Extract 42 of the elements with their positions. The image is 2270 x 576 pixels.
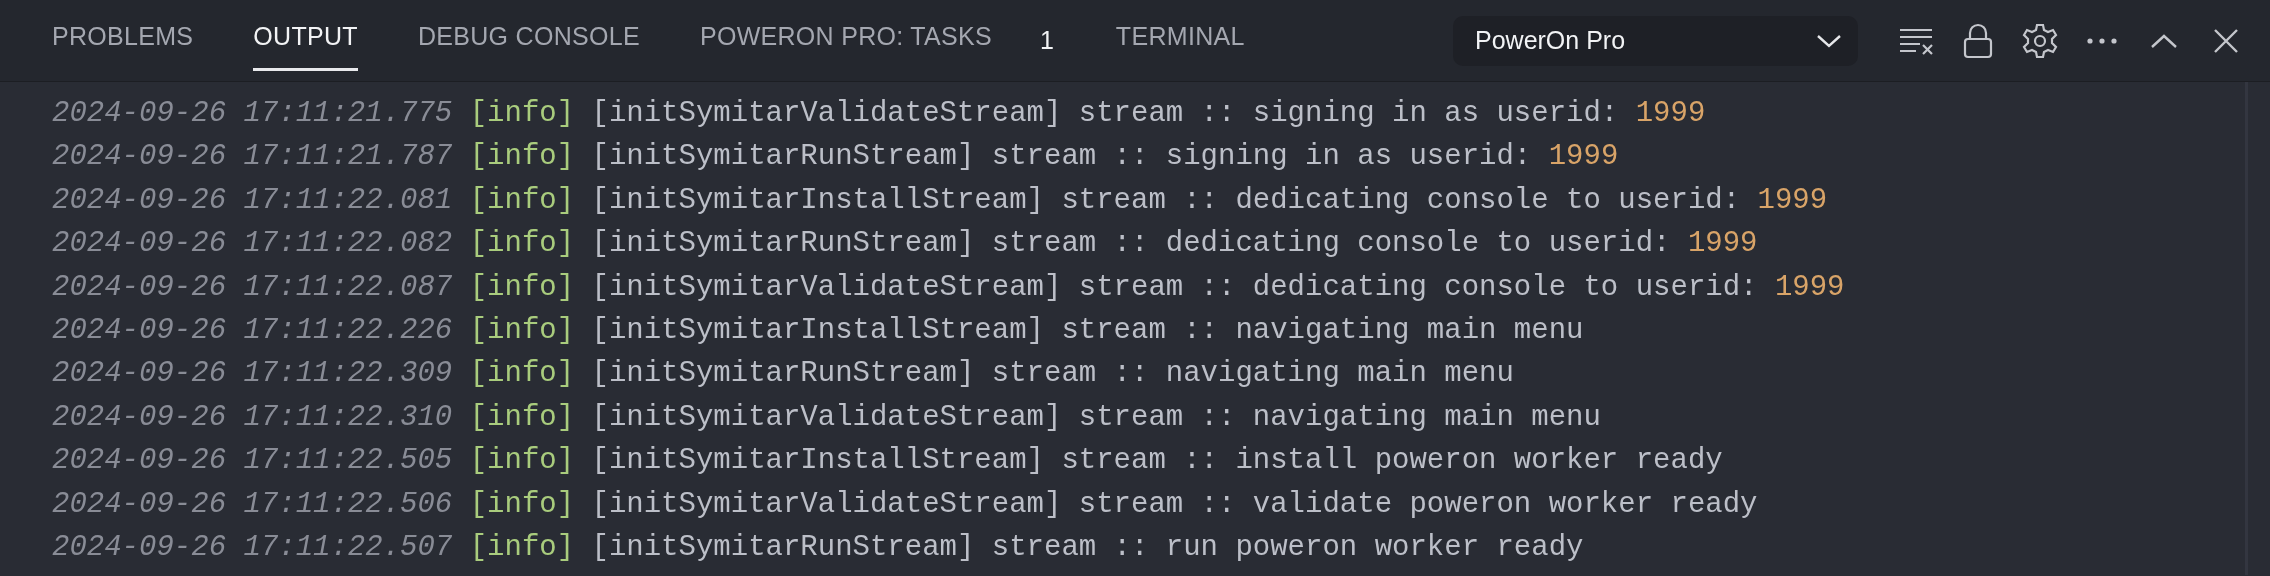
log-timestamp: 2024-09-26 17:11:22.309 [52, 357, 453, 391]
dropdown-value: PowerOn Pro [1475, 24, 1626, 56]
log-timestamp: 2024-09-26 17:11:22.505 [52, 444, 453, 478]
log-level: [info] [469, 183, 575, 217]
log-timestamp: 2024-09-26 17:11:22.506 [52, 487, 453, 521]
log-level: [info] [469, 400, 575, 434]
log-timestamp: 2024-09-26 17:11:22.082 [52, 227, 453, 261]
log-message: [initSymitarInstallStream] stream :: navigating main menu [591, 314, 1584, 348]
log-level: [info] [469, 140, 575, 174]
log-timestamp: 2024-09-26 17:11:21.787 [52, 140, 453, 174]
log-timestamp: 2024-09-26 17:11:22.087 [52, 270, 453, 304]
log-message: [initSymitarValidateStream] stream :: navigating main menu [591, 400, 1601, 434]
log-level: [info] [469, 444, 575, 478]
log-message: [initSymitarInstallStream] stream :: install poweron worker ready [591, 444, 1723, 478]
log-level: [info] [469, 270, 575, 304]
log-level: [info] [469, 487, 575, 521]
panel-tab[interactable]: OUTPUT [253, 10, 358, 71]
log-message: [initSymitarValidateStream] stream :: dedicating console to userid: 1999 [591, 270, 1845, 304]
log-level: [info] [469, 531, 575, 565]
log-timestamp: 2024-09-26 17:11:22.081 [52, 183, 453, 217]
panel-tab[interactable]: DEBUG CONSOLE [417, 10, 640, 71]
log-timestamp: 2024-09-26 17:11:22.226 [52, 314, 453, 348]
log-level: [info] [469, 227, 575, 261]
log-level: [info] [469, 357, 575, 391]
log-level: [info] [469, 97, 575, 130]
log-timestamp: 2024-09-26 17:11:22.310 [52, 400, 453, 434]
log-message: [initSymitarRunStream] stream :: signing in as userid: 1999 [591, 140, 1619, 174]
chevron-icon [1816, 32, 1842, 49]
log-message: [initSymitarValidateStream] stream :: validate poweron worker ready [591, 487, 1758, 521]
log-message: [initSymitarRunStream] stream :: dedicating console to userid: 1999 [591, 227, 1758, 261]
task-count: 1 [1039, 24, 1054, 56]
panel-tab[interactable]: TERMINAL [1115, 10, 1245, 71]
panel-tab[interactable]: POWERON PRO: TASKS [699, 10, 992, 71]
log-level: [info] [469, 314, 575, 348]
log-message: [initSymitarRunStream] stream :: navigating main menu [591, 357, 1514, 391]
log-message: [initSymitarRunStream] stream :: run poweron worker ready [591, 531, 1584, 565]
log-message: [initSymitarValidateStream] stream :: signing in as userid: 1999 [591, 97, 1706, 130]
log-message: [initSymitarInstallStream] stream :: dedicating console to userid: 1999 [591, 183, 1828, 217]
channel-dropdown[interactable]: PowerOn Pro [1453, 15, 1858, 66]
log-timestamp: 2024-09-26 17:11:21.775 [52, 97, 453, 130]
panel-tab[interactable]: PROBLEMS [52, 10, 194, 71]
log-timestamp: 2024-09-26 17:11:22.507 [52, 531, 453, 565]
